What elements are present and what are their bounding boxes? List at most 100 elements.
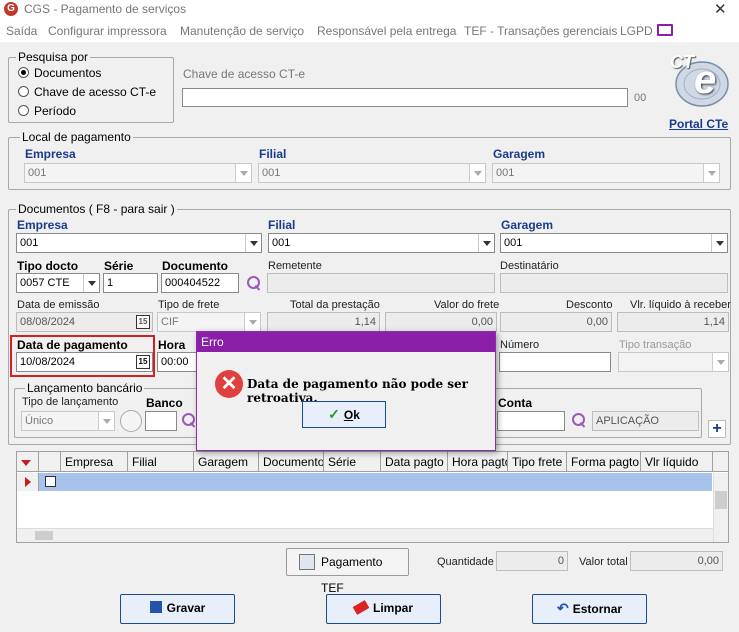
radio-chave-acesso[interactable]: Chave de acesso CT-e (18, 85, 156, 99)
doc-filial-select[interactable]: 001 (268, 233, 495, 253)
doc-filial-label: Filial (268, 218, 296, 232)
chevron-down-icon (235, 164, 251, 182)
quantidade-input: 0 (496, 551, 568, 571)
menu-configurar-impressora[interactable]: Configurar impressora (48, 24, 167, 38)
hora-input[interactable]: 00:00 (157, 352, 197, 372)
doc-empresa-label: Empresa (17, 218, 68, 232)
grid-col-check (39, 452, 61, 472)
grid-col-vlr-liquido[interactable]: Vlr líquido (641, 452, 713, 472)
grid-col-empresa[interactable]: Empresa (61, 452, 128, 472)
local-empresa-select[interactable]: 001 (24, 163, 252, 183)
local-garagem-select[interactable]: 001 (492, 163, 720, 183)
local-filial-label: Filial (259, 147, 287, 161)
gravar-button[interactable]: Gravar (120, 594, 235, 624)
tipo-transacao-select[interactable] (618, 352, 729, 372)
chevron-down-icon (712, 353, 728, 371)
row-checkbox[interactable] (45, 476, 56, 487)
grid-col-documento[interactable]: Documento (259, 452, 324, 472)
menu-responsavel-entrega[interactable]: Responsável pela entrega (317, 24, 456, 38)
payments-grid: Empresa Filial Garagem Documento Série D… (16, 451, 729, 543)
grid-header: Empresa Filial Garagem Documento Série D… (17, 452, 728, 472)
close-icon[interactable]: ✕ (714, 0, 727, 18)
grid-menu-icon[interactable] (17, 452, 39, 472)
radio-documentos[interactable]: Documentos (18, 66, 101, 80)
chevron-down-icon (478, 234, 494, 252)
chave-label: Chave de acesso CT-e (183, 67, 306, 81)
window-title: CGS - Pagamento de serviços (24, 2, 187, 16)
valor-frete-label: Valor do frete (434, 299, 500, 311)
conta-input[interactable] (497, 411, 565, 431)
portal-cte-link[interactable]: Portal CTe (669, 117, 728, 131)
total-prestacao-label: Total da prestação (290, 299, 380, 311)
serie-label: Série (104, 259, 134, 273)
gear-icon[interactable] (120, 410, 142, 432)
tipo-docto-label: Tipo docto (17, 259, 79, 273)
estornar-button[interactable]: ↶ Estornar (532, 594, 647, 624)
local-filial-select[interactable]: 001 (258, 163, 486, 183)
table-row[interactable] (17, 473, 712, 491)
search-icon[interactable] (572, 413, 586, 427)
vertical-scrollbar[interactable] (713, 473, 728, 542)
check-icon: ✓ (328, 406, 340, 422)
horizontal-scrollbar[interactable] (17, 528, 713, 542)
numero-input[interactable] (499, 352, 611, 372)
destinatario-input (500, 273, 728, 293)
valor-frete-input: 0,00 (385, 312, 497, 332)
remetente-label: Remetente (268, 260, 322, 272)
radio-selected-icon (18, 67, 29, 78)
grid-col-filial[interactable]: Filial (128, 452, 194, 472)
error-dialog: Erro ✕ Data de pagamento não pode ser re… (196, 331, 496, 451)
grid-col-serie[interactable]: Série (324, 452, 381, 472)
cte-logo: CT e (664, 48, 732, 112)
menu-lgpd[interactable]: LGPD (620, 24, 653, 38)
tipo-lancamento-select[interactable]: Único (21, 411, 115, 431)
banco-input[interactable] (145, 411, 177, 431)
eraser-icon (352, 600, 370, 615)
valor-total-input: 0,00 (630, 551, 723, 571)
data-emissao-input: 08/08/2024 15 (16, 312, 153, 332)
save-icon (149, 601, 162, 613)
menu-saida[interactable]: Saída (6, 24, 37, 38)
grid-col-hora-pagto[interactable]: Hora pagto (448, 452, 508, 472)
tipo-frete-select[interactable]: CIF (157, 312, 261, 332)
monitor-icon[interactable] (657, 24, 673, 36)
grid-col-tipo-frete[interactable]: Tipo frete (508, 452, 567, 472)
grid-col-garagem[interactable]: Garagem (194, 452, 259, 472)
hora-label: Hora (158, 338, 186, 352)
destinatario-label: Destinatário (500, 260, 559, 272)
data-emissao-label: Data de emissão (17, 299, 100, 311)
grid-col-data-pagto[interactable]: Data pagto (381, 452, 448, 472)
documentos-legend: Documentos ( F8 - para sair ) (16, 202, 177, 216)
pesquisa-legend: Pesquisa por (16, 50, 91, 64)
doc-garagem-label: Garagem (501, 218, 554, 232)
chave-input[interactable] (182, 88, 628, 107)
limpar-button[interactable]: Limpar (326, 594, 441, 624)
doc-empresa-select[interactable]: 001 (16, 233, 262, 253)
documento-input[interactable]: 000404522 (161, 273, 239, 293)
add-button[interactable]: + (708, 420, 726, 438)
menu-manutencao-servico[interactable]: Manutenção de serviço (180, 24, 304, 38)
local-empresa-label: Empresa (25, 147, 76, 161)
serie-input[interactable]: 1 (103, 273, 158, 293)
ok-button[interactable]: ✓ Ok (302, 401, 386, 428)
vlr-liquido-label: Vlr. líquido à receber (630, 299, 731, 311)
radio-periodo[interactable]: Período (18, 104, 76, 118)
pagamento-tef-button[interactable]: Pagamento TEF (286, 548, 409, 595)
lancamento-legend: Lançamento bancário (25, 381, 145, 395)
calendar-icon[interactable]: 15 (136, 315, 150, 329)
menu-tef[interactable]: TEF - Transações gerenciais (464, 24, 617, 38)
grid-col-forma-pagto[interactable]: Forma pagto (567, 452, 641, 472)
tipo-docto-select[interactable]: 0057 CTE (16, 273, 100, 293)
row-indicator (17, 473, 39, 491)
search-icon[interactable] (182, 413, 196, 427)
dialog-title: Erro (197, 332, 495, 352)
doc-garagem-select[interactable]: 001 (500, 233, 728, 253)
total-prestacao-input: 1,14 (267, 312, 380, 332)
conta-label: Conta (498, 396, 532, 410)
remetente-input (267, 273, 495, 293)
desconto-label: Desconto (566, 299, 613, 311)
search-icon[interactable] (247, 276, 261, 290)
documento-label: Documento (162, 259, 228, 273)
undo-icon: ↶ (556, 600, 569, 616)
local-pagamento-legend: Local de pagamento (20, 130, 133, 144)
